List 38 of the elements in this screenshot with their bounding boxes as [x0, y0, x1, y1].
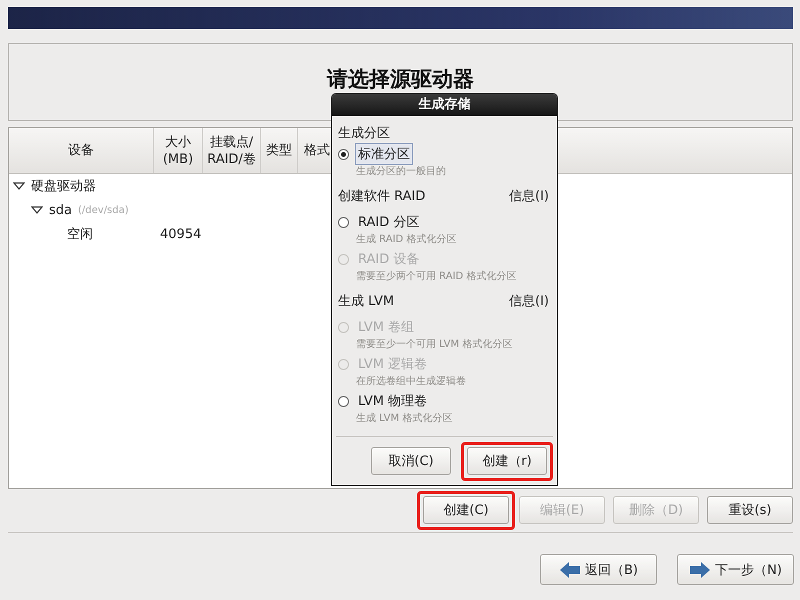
info-link[interactable]: 信息(I) [509, 187, 549, 205]
option-description: 生成 LVM 格式化分区 [355, 412, 454, 426]
section-heading: 创建软件 RAID [338, 188, 426, 205]
radio-button[interactable] [338, 148, 349, 160]
section-heading: 生成 LVM [338, 293, 394, 310]
action-button[interactable]: 重设(s) [707, 496, 793, 524]
option-description: 在所选卷组中生成逻辑卷 [355, 374, 467, 389]
expander-icon[interactable] [13, 181, 25, 191]
dialog-button[interactable]: 创建（r) [467, 447, 547, 475]
info-link[interactable]: 信息(I) [509, 292, 549, 310]
device-name: 空闲 [67, 226, 93, 243]
size-cell: 40954 [160, 226, 202, 242]
section-heading: 生成分区 [338, 125, 390, 142]
column-header[interactable]: 设备 [9, 128, 154, 173]
nav-button[interactable]: 下一步（N) [677, 554, 794, 585]
option-description: 生成分区的一般目的 [355, 164, 447, 179]
radio-button[interactable] [338, 216, 349, 228]
option-description: 需要至少两个可用 RAID 格式化分区 [355, 270, 518, 284]
column-header[interactable]: 大小 (MB) [154, 128, 203, 173]
option-label[interactable]: LVM 物理卷 [355, 390, 430, 412]
dialog-title: 生成存储 [332, 94, 557, 116]
nav-button[interactable]: 返回（B) [540, 554, 657, 585]
option-description: 需要至少一个可用 LVM 格式化分区 [355, 338, 514, 352]
device-path: (/dev/sda) [78, 204, 129, 216]
column-header[interactable]: 类型 [261, 128, 298, 173]
radio-button[interactable] [338, 396, 349, 406]
expander-icon[interactable] [31, 205, 43, 215]
option-label[interactable]: 标准分区 [355, 143, 413, 165]
option-description: 生成 RAID 格式化分区 [355, 232, 458, 247]
device-name: sda [49, 202, 72, 218]
device-name: 硬盘驱动器 [31, 178, 96, 195]
page-title: 请选择源驱动器 [327, 66, 474, 93]
action-button[interactable]: 创建(C) [423, 496, 509, 524]
right-arrow-icon [689, 560, 712, 578]
option-label[interactable]: RAID 分区 [355, 211, 422, 233]
column-header[interactable]: 挂载点/ RAID/卷 [203, 128, 261, 173]
left-arrow-icon [559, 560, 581, 578]
dialog-button[interactable]: 取消(C) [371, 447, 451, 475]
